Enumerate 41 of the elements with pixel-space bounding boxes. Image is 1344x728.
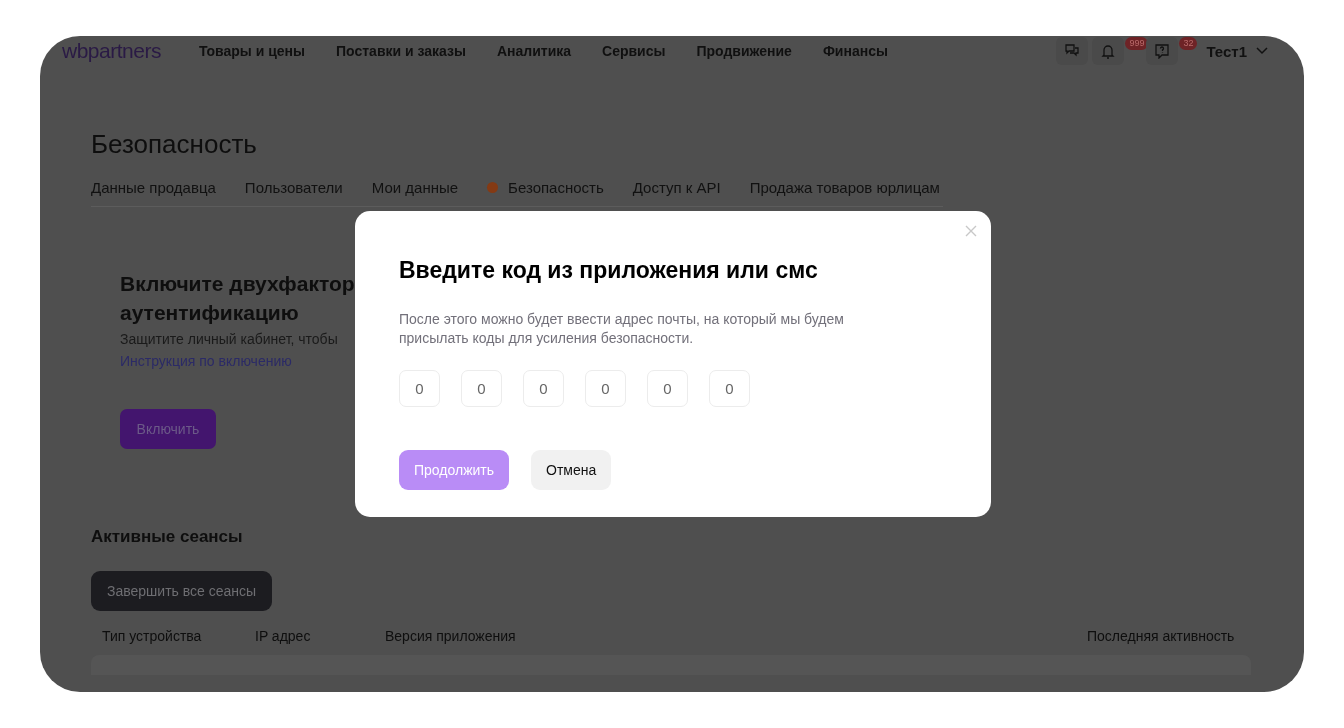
column-header: Версия приложения: [385, 628, 516, 644]
page-title: Безопасность: [91, 128, 258, 160]
code-digit-field[interactable]: 0: [523, 370, 564, 407]
dialog-title: Введите код из приложения или смс: [399, 257, 819, 284]
tab[interactable]: Данные продавца: [91, 179, 216, 196]
end-sessions-button[interactable]: Завершить все сеансы: [91, 571, 273, 611]
card-heading: Включите двухфактор аутентификацию: [120, 271, 356, 326]
close-icon[interactable]: [965, 225, 977, 237]
bell-icon: [1101, 43, 1116, 59]
header-icon-button[interactable]: [1056, 37, 1089, 65]
code-digit-field[interactable]: 0: [647, 370, 688, 407]
header-icon-button[interactable]: [1146, 37, 1179, 65]
tab[interactable]: Безопасность: [487, 179, 604, 196]
column-header: Тип устройства: [102, 628, 202, 644]
dialog-button[interactable]: Отмена: [531, 450, 612, 490]
column-header: IP адрес: [255, 628, 311, 644]
code-digit-field[interactable]: 0: [461, 370, 502, 407]
notification-badge: 32: [1179, 37, 1198, 50]
chat-icon: [1065, 44, 1080, 58]
dialog-text: После этого можно будет ввести адрес почты, на который мы будем присылать коды для усиления безопасности.: [399, 310, 845, 348]
nav-link[interactable]: Продвижение: [696, 43, 792, 59]
notification-badge: 999: [1125, 37, 1149, 50]
chevron-down-icon: [1256, 47, 1268, 55]
tab[interactable]: Продажа товаров юрлицам: [749, 179, 940, 196]
enable-button[interactable]: Включить: [120, 409, 216, 449]
tab[interactable]: Мои данные: [371, 179, 459, 196]
code-digit-field[interactable]: 0: [709, 370, 750, 407]
header-icon-button[interactable]: [1092, 37, 1125, 65]
code-digit-field[interactable]: 0: [399, 370, 440, 407]
section-title: Активные сеансы: [91, 527, 244, 547]
nav-link[interactable]: Поставки и заказы: [336, 43, 466, 59]
nav-link[interactable]: Аналитика: [496, 43, 572, 59]
code-digit-field[interactable]: 0: [585, 370, 626, 407]
nav-link[interactable]: Финансы: [822, 43, 888, 59]
help-icon: [1155, 43, 1170, 59]
nav-link[interactable]: Товары и цены: [198, 43, 306, 59]
tab[interactable]: Пользователи: [244, 179, 343, 196]
column-header: Последняя активность: [1087, 628, 1235, 644]
tab[interactable]: Доступ к API: [632, 179, 721, 196]
nav-link[interactable]: Сервисы: [602, 43, 666, 59]
user-menu[interactable]: Тест1: [1200, 42, 1268, 60]
